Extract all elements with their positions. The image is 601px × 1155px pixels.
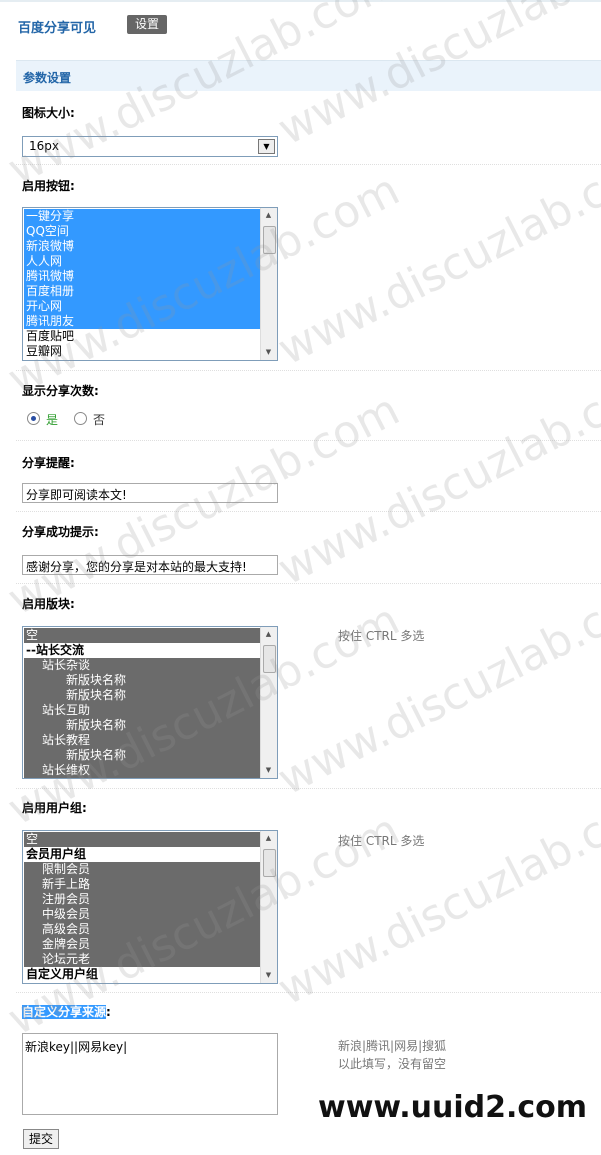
forums-label: 启用版块: <box>22 597 75 611</box>
list-item[interactable]: 一键分享 <box>24 209 260 224</box>
list-item[interactable]: 论坛元老 <box>24 952 260 967</box>
custom-source-value: 新浪key||网易key| <box>25 1040 128 1054</box>
list-item[interactable]: --站长交流 <box>24 643 260 658</box>
list-item[interactable]: 新版块名称 <box>24 688 260 703</box>
icon-size-label: 图标大小: <box>22 106 75 120</box>
forums-scrollbar[interactable]: ▲ ▼ <box>260 627 277 778</box>
scroll-thumb[interactable] <box>263 226 276 254</box>
scroll-down-icon[interactable]: ▼ <box>262 346 275 359</box>
forums-hint: 按住 CTRL 多选 <box>338 629 425 643</box>
list-item[interactable]: 空 <box>24 628 260 643</box>
icon-size-value: 16px <box>29 139 59 153</box>
top-bar: 百度分享可见 设置 <box>0 0 601 48</box>
settings-button[interactable]: 设置 <box>127 15 167 34</box>
list-item[interactable]: 新版块名称 <box>24 718 260 733</box>
list-item[interactable]: 百度相册 <box>24 284 260 299</box>
chevron-down-icon[interactable]: ▼ <box>258 139 275 154</box>
icon-size-select[interactable]: 16px ▼ <box>22 136 278 157</box>
divider <box>16 788 601 789</box>
list-item[interactable]: QQ空间 <box>24 224 260 239</box>
list-item[interactable]: 站长互助 <box>24 703 260 718</box>
scroll-up-icon[interactable]: ▲ <box>262 209 275 222</box>
list-item[interactable]: 百度贴吧 <box>24 329 260 344</box>
watermark: www.discuzlab.com <box>270 564 601 806</box>
list-item[interactable]: 新手上路 <box>24 877 260 892</box>
buttons-label: 启用按钮: <box>22 179 75 193</box>
section-header: 参数设置 <box>16 60 601 91</box>
list-item[interactable]: 限制会员 <box>24 862 260 877</box>
share-tip-input[interactable]: 分享即可阅读本文! <box>22 483 278 503</box>
share-count-no-label: 否 <box>93 413 106 427</box>
watermark: www.discuzlab.com <box>0 384 408 626</box>
list-item[interactable]: 站长教程 <box>24 733 260 748</box>
share-tip-value: 分享即可阅读本文! <box>26 488 127 502</box>
divider <box>16 511 601 512</box>
custom-source-label-colon: : <box>106 1005 111 1019</box>
usergroups-hint: 按住 CTRL 多选 <box>338 834 425 848</box>
list-item[interactable]: 站长杂谈 <box>24 658 260 673</box>
share-tip-label: 分享提醒: <box>22 456 75 470</box>
divider <box>16 992 601 993</box>
usergroups-scrollbar[interactable]: ▲ ▼ <box>260 831 277 983</box>
list-item[interactable]: 站长维权 <box>24 763 260 778</box>
forums-listbox[interactable]: 空 --站长交流 站长杂谈 新版块名称 新版块名称 站长互助 新版块名称 站长教程 新版块名称站… <box>22 626 278 779</box>
list-item[interactable]: 会员用户组 <box>24 847 260 862</box>
watermark: www.discuzlab.com <box>270 774 601 1016</box>
buttons-listbox[interactable]: 一键分享 QQ空间 新浪微博 人人网 腾讯微博 百度相册 开心网 腾讯朋友 百度贴吧 豆瓣网 ▲ … <box>22 207 278 361</box>
page-title: 百度分享可见 <box>18 21 97 36</box>
list-item[interactable]: 自定义用户组 <box>24 967 260 982</box>
custom-source-label-text: 自定义分享来源 <box>22 1005 107 1019</box>
share-success-input[interactable]: 感谢分享，您的分享是对本站的最大支持! <box>22 555 278 575</box>
brand-logo-text: www.uuid2.com <box>318 1090 588 1125</box>
list-item[interactable]: 人人网 <box>24 254 260 269</box>
usergroups-listbox[interactable]: 空会员用户组 限制会员 新手上路 注册会员 中级会员 高级会员 金牌会员 论坛元老 自定义用户组… <box>22 830 278 984</box>
scroll-down-icon[interactable]: ▼ <box>262 969 275 982</box>
list-item[interactable]: 空 <box>24 832 260 847</box>
share-count-label: 显示分享次数: <box>22 384 99 398</box>
usergroups-label: 启用用户组: <box>22 801 87 815</box>
list-item[interactable]: 豆瓣网 <box>24 344 260 359</box>
custom-source-label: 自定义分享来源: <box>22 1003 111 1020</box>
list-item[interactable]: 新版块名称 <box>24 748 260 763</box>
watermark: www.discuzlab.com <box>270 354 601 596</box>
list-item[interactable]: 新浪微博 <box>24 239 260 254</box>
list-item[interactable]: 开心网 <box>24 299 260 314</box>
list-item[interactable]: 腾讯朋友 <box>24 314 260 329</box>
divider <box>16 583 601 584</box>
list-item[interactable]: 注册会员 <box>24 892 260 907</box>
share-count-no-radio[interactable] <box>74 412 87 425</box>
custom-source-hint-1: 新浪|腾讯|网易|搜狐 <box>338 1039 447 1053</box>
share-count-yes-radio[interactable] <box>27 412 40 425</box>
section-title: 参数设置 <box>23 71 72 85</box>
scroll-up-icon[interactable]: ▲ <box>262 832 275 845</box>
list-item[interactable]: 新版块名称 <box>24 673 260 688</box>
list-item[interactable]: 中级会员 <box>24 907 260 922</box>
list-item[interactable]: 腾讯微博 <box>24 269 260 284</box>
buttons-scrollbar[interactable]: ▲ ▼ <box>260 208 277 360</box>
scroll-down-icon[interactable]: ▼ <box>262 764 275 777</box>
divider <box>16 164 601 165</box>
scroll-up-icon[interactable]: ▲ <box>262 628 275 641</box>
share-success-label: 分享成功提示: <box>22 525 99 539</box>
custom-source-textarea[interactable]: 新浪key||网易key| <box>22 1033 278 1115</box>
scroll-thumb[interactable] <box>263 849 276 877</box>
list-item[interactable]: 金牌会员 <box>24 937 260 952</box>
submit-button[interactable]: 提交 <box>23 1129 59 1149</box>
divider <box>16 440 601 441</box>
share-count-yes-label: 是 <box>46 413 59 427</box>
divider <box>16 370 601 371</box>
watermark: www.discuzlab.com <box>270 134 601 376</box>
share-success-value: 感谢分享，您的分享是对本站的最大支持! <box>26 560 247 574</box>
list-item[interactable]: 高级会员 <box>24 922 260 937</box>
custom-source-hint-2: 以此填写，没有留空 <box>338 1057 447 1071</box>
scroll-thumb[interactable] <box>263 645 276 673</box>
